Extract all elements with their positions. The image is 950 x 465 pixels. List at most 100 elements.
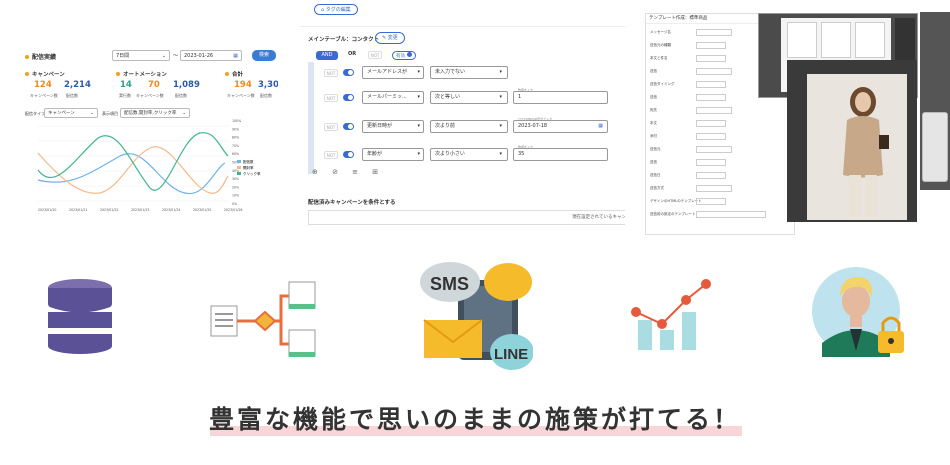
template-field-input[interactable] bbox=[696, 68, 732, 75]
period-select[interactable]: 7日間 ⌄ bbox=[112, 50, 170, 61]
campaign-condition-note: 現在設定されているキャンペー bbox=[308, 210, 625, 225]
row-not-button[interactable]: NOT bbox=[324, 123, 338, 131]
x-tick-label: 2023/01/21 bbox=[69, 208, 87, 212]
change-button[interactable]: ✎ 変更 bbox=[375, 32, 405, 44]
condition-tools[interactable]: ⊕ ⊘ ≡ ⊞ bbox=[312, 168, 384, 176]
headline: 豊富な機能で思いのままの施策が打てる！ bbox=[208, 405, 741, 434]
delivery-chart: 2023/01/20 2023/01/21 2023/01/22 2023/01/23… bbox=[37, 119, 261, 212]
template-field-label: 送信方式 bbox=[650, 186, 664, 190]
row-toggle[interactable] bbox=[343, 151, 354, 158]
template-field-input[interactable] bbox=[696, 29, 732, 36]
condition-operator-select[interactable]: 次と等しい ▾ bbox=[430, 91, 508, 104]
y-tick-label: 70% bbox=[232, 144, 239, 148]
template-field-input[interactable] bbox=[696, 185, 732, 192]
template-field-input[interactable] bbox=[696, 81, 726, 88]
panel-title: 配信実績 bbox=[25, 52, 56, 61]
template-field-label: メッセージ名 bbox=[650, 30, 671, 34]
and-button[interactable]: AND bbox=[316, 51, 338, 60]
automation-runs: 14 bbox=[120, 80, 132, 90]
y-tick-label: 30% bbox=[232, 177, 239, 181]
automation-campaigns: 70 bbox=[148, 80, 160, 90]
template-field-input[interactable] bbox=[696, 133, 726, 140]
y-tick-label: 90% bbox=[232, 127, 239, 131]
template-field-label: 送信日 bbox=[650, 173, 661, 177]
condition-operator-select[interactable]: 次より小さい ▾ bbox=[430, 148, 508, 161]
y-tick-label: 60% bbox=[232, 152, 239, 156]
search-button[interactable]: 検索 bbox=[252, 50, 276, 61]
not-button[interactable]: NOT bbox=[368, 51, 382, 59]
total-heading: 合計 bbox=[225, 70, 243, 78]
template-field-input[interactable] bbox=[696, 146, 732, 153]
template-field-input[interactable] bbox=[696, 172, 726, 179]
side-screenshot bbox=[920, 12, 950, 190]
secure-user-icon bbox=[812, 267, 904, 357]
calendar-icon: ▦ bbox=[233, 53, 238, 59]
fashion-model-image bbox=[843, 87, 889, 217]
template-field-label: 本文と件名 bbox=[650, 56, 668, 60]
template-field-label: 送信 bbox=[650, 69, 657, 73]
condition-editor-panel: ⌂ タグの編集 メインテーブル：コンタクト ✎ 変更 AND OR NOT 有効… bbox=[300, 0, 625, 242]
template-field-input[interactable] bbox=[696, 120, 726, 127]
x-tick-label: 2023/01/23 bbox=[131, 208, 149, 212]
template-field-input[interactable] bbox=[696, 107, 732, 114]
automation-deliveries: 1,089 bbox=[173, 80, 200, 90]
total-campaigns: 194 bbox=[234, 80, 252, 90]
range-tilde: 〜 bbox=[173, 53, 179, 59]
row-toggle[interactable] bbox=[343, 69, 354, 76]
svg-text:SMS: SMS bbox=[430, 274, 469, 294]
condition-value-input[interactable]: 2023-07-18 ▦ bbox=[513, 120, 608, 133]
condition-field-select[interactable]: メールアドレスが ▾ bbox=[362, 66, 424, 79]
template-field-input[interactable] bbox=[696, 94, 726, 101]
y-tick-label: 100% bbox=[232, 119, 241, 123]
template-field-input[interactable] bbox=[696, 55, 726, 62]
x-tick-label: 2023/01/20 bbox=[38, 208, 56, 212]
x-tick-label: 2023/01/25 bbox=[193, 208, 211, 212]
condition-operator-select[interactable]: 未入力でない ▾ bbox=[430, 66, 508, 79]
main-table-label: メインテーブル：コンタクト bbox=[308, 37, 380, 43]
condition-field-select[interactable]: メールパーミッ... ▾ bbox=[362, 91, 424, 104]
template-field-input[interactable] bbox=[696, 211, 766, 218]
row-not-button[interactable]: NOT bbox=[324, 94, 338, 102]
svg-text:配信数: 配信数 bbox=[243, 159, 254, 164]
row-toggle[interactable] bbox=[343, 123, 354, 130]
template-field-input[interactable] bbox=[696, 198, 726, 205]
tag-edit-button[interactable]: ⌂ タグの編集 bbox=[314, 4, 358, 15]
template-field-label: 宛先 bbox=[650, 108, 657, 112]
template-field-input[interactable] bbox=[696, 159, 726, 166]
svg-text:LINE: LINE bbox=[494, 346, 528, 363]
delivery-type-select[interactable]: キャンペーン ⌄ bbox=[44, 108, 98, 118]
chart-legend: 配信数 開封率 クリック率 bbox=[237, 159, 261, 176]
campaign-heading: キャンペーン bbox=[25, 70, 65, 78]
condition-field-select[interactable]: 年齢が ▾ bbox=[362, 148, 424, 161]
condition-value-input[interactable]: 35 bbox=[513, 148, 608, 161]
template-field-label: 送信前の設定のテンプレート bbox=[650, 212, 696, 216]
delivery-stats-panel: 配信実績 7日間 ⌄ 〜 2023-01-26 ▦ 検索 キャンペーン 124 2,… bbox=[20, 38, 278, 218]
template-field-label: 送信タイミング bbox=[650, 82, 675, 86]
row-not-button[interactable]: NOT bbox=[324, 151, 338, 159]
template-field-label: デザインのHTMLのテンプレート bbox=[650, 199, 702, 203]
y-tick-label: 10% bbox=[232, 194, 239, 198]
condition-field-select[interactable]: 更新日時が ▾ bbox=[362, 120, 424, 133]
x-tick-label: 2023/01/22 bbox=[100, 208, 118, 212]
x-tick-label: 2023/01/26 bbox=[224, 208, 242, 212]
flow-diagram-icon bbox=[210, 281, 316, 357]
analytics-chart-icon bbox=[631, 279, 711, 350]
campaign-deliveries: 2,214 bbox=[64, 80, 91, 90]
row-toggle[interactable] bbox=[343, 94, 354, 101]
photo-editor-screenshot bbox=[787, 60, 917, 222]
condition-value-input[interactable]: 1 bbox=[513, 91, 608, 104]
enabled-toggle[interactable]: 有効 bbox=[392, 51, 416, 60]
automation-heading: オートメーション bbox=[116, 70, 167, 78]
template-field-label: 送信元の種類 bbox=[650, 43, 671, 47]
template-field-input[interactable] bbox=[696, 42, 726, 49]
campaign-condition-title: 配信済みキャンペーンを条件とする bbox=[308, 200, 396, 206]
tag-icon: ⌂ bbox=[321, 7, 325, 13]
condition-operator-select[interactable]: 次より前 ▾ bbox=[430, 120, 508, 133]
y-tick-label: 20% bbox=[232, 185, 239, 189]
template-field-label: 送信 bbox=[650, 95, 657, 99]
date-to-input[interactable]: 2023-01-26 ▦ bbox=[180, 50, 242, 61]
or-button[interactable]: OR bbox=[348, 51, 356, 57]
metric-select[interactable]: 配信数,開封率,クリック率 ⌄ bbox=[120, 108, 190, 118]
row-not-button[interactable]: NOT bbox=[324, 69, 338, 77]
template-field-label: 添付 bbox=[650, 134, 657, 138]
